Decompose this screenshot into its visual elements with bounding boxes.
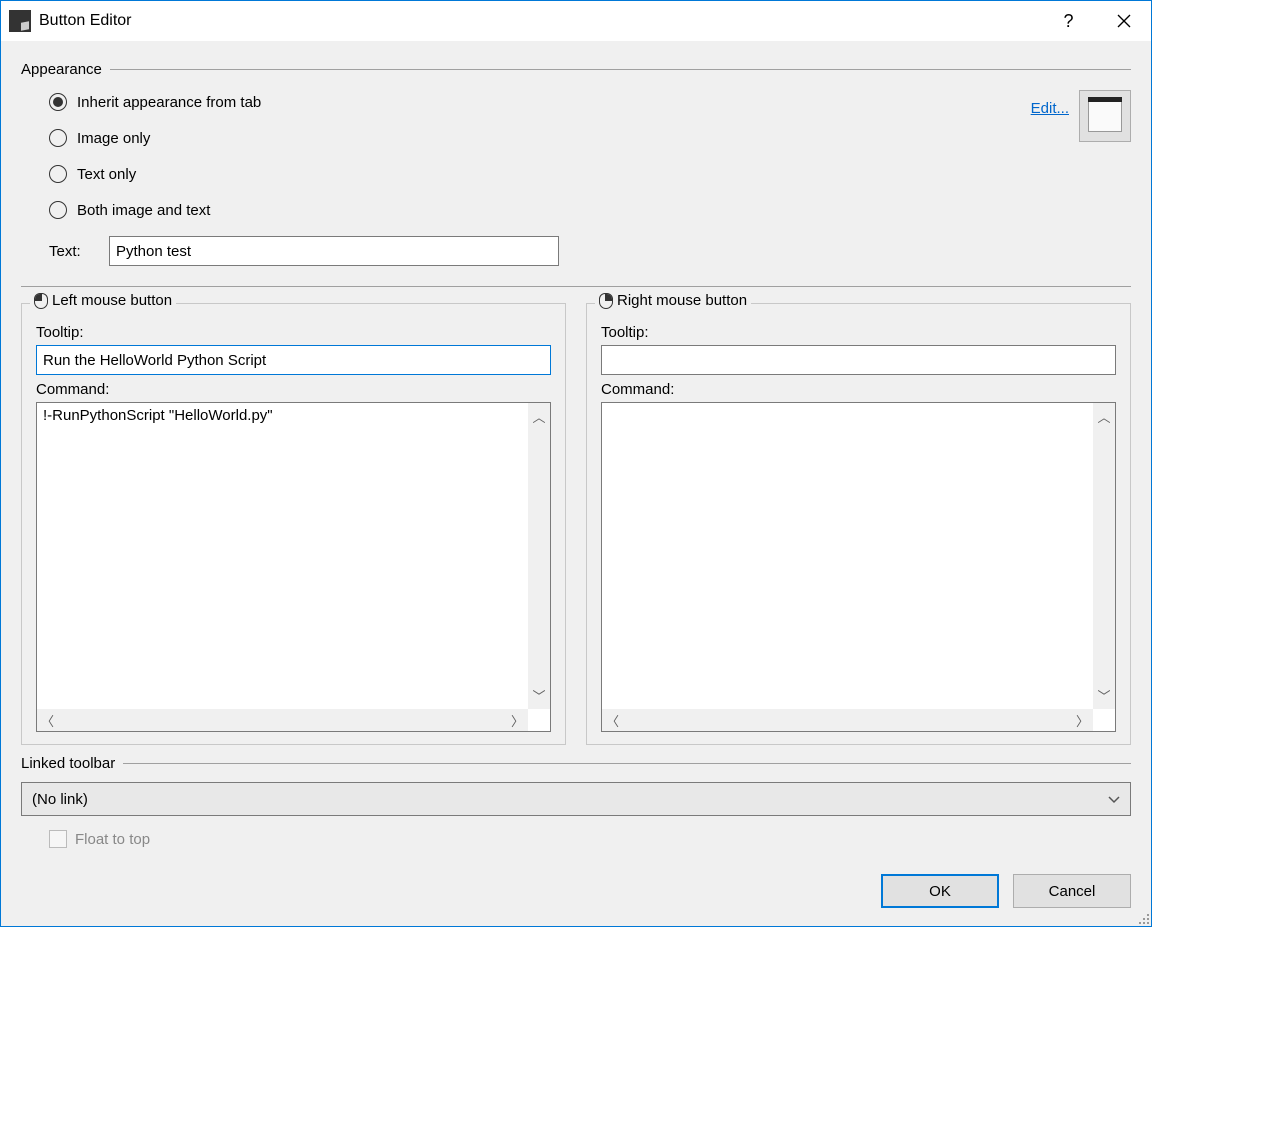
left-command-area: ︿ ﹀ 〈 〉 <box>36 402 551 732</box>
window-title: Button Editor <box>39 12 1041 30</box>
left-mouse-title: Left mouse button <box>30 292 176 309</box>
command-label: Command: <box>601 381 1116 398</box>
edit-image-link[interactable]: Edit... <box>1031 84 1069 117</box>
radio-icon <box>49 93 67 111</box>
cancel-button[interactable]: Cancel <box>1013 874 1131 908</box>
divider <box>21 286 1131 287</box>
radio-icon <box>49 165 67 183</box>
linked-toolbar-select[interactable]: (No link) <box>21 782 1131 816</box>
divider <box>123 763 1131 764</box>
appearance-label: Appearance <box>21 61 110 78</box>
dialog-window: Button Editor ? Appearance Inherit appea… <box>0 0 1152 927</box>
right-command-input[interactable] <box>602 403 1115 709</box>
radio-label: Text only <box>77 166 136 183</box>
divider <box>110 69 1131 70</box>
radio-label: Inherit appearance from tab <box>77 94 261 111</box>
client-area: Appearance Inherit appearance from tab I… <box>1 41 1151 926</box>
tooltip-label: Tooltip: <box>601 324 1116 341</box>
preview-icon <box>1088 102 1122 132</box>
scroll-right-icon: 〉 <box>511 711 524 730</box>
linked-header: Linked toolbar <box>21 755 1131 772</box>
left-mouse-panel: Left mouse button Tooltip: Command: ︿ ﹀ … <box>21 303 566 745</box>
left-tooltip-input[interactable] <box>36 345 551 375</box>
select-value: (No link) <box>32 791 88 808</box>
radio-label: Image only <box>77 130 150 147</box>
appearance-options: Inherit appearance from tab Image only T… <box>21 84 1031 228</box>
text-field-label: Text: <box>49 243 109 260</box>
radio-icon <box>49 129 67 147</box>
horizontal-scrollbar[interactable]: 〈 〉 <box>602 709 1093 731</box>
scroll-down-icon: ﹀ <box>1097 686 1110 705</box>
scroll-down-icon: ﹀ <box>532 686 545 705</box>
radio-label: Both image and text <box>77 202 210 219</box>
scroll-up-icon: ︿ <box>532 407 545 426</box>
horizontal-scrollbar[interactable]: 〈 〉 <box>37 709 528 731</box>
appearance-header: Appearance <box>21 61 1131 78</box>
checkbox-icon <box>49 830 67 848</box>
checkbox-label: Float to top <box>75 831 150 848</box>
right-command-area: ︿ ﹀ 〈 〉 <box>601 402 1116 732</box>
scroll-right-icon: 〉 <box>1076 711 1089 730</box>
right-mouse-title: Right mouse button <box>595 292 751 309</box>
command-label: Command: <box>36 381 551 398</box>
app-icon <box>9 10 31 32</box>
button-text-input[interactable] <box>109 236 559 266</box>
help-button[interactable]: ? <box>1041 1 1096 41</box>
close-button[interactable] <box>1096 1 1151 41</box>
ok-button[interactable]: OK <box>881 874 999 908</box>
radio-icon <box>49 201 67 219</box>
radio-text-only[interactable]: Text only <box>49 156 1031 192</box>
scroll-left-icon: 〈 <box>41 711 54 730</box>
close-icon <box>1117 14 1131 28</box>
radio-both[interactable]: Both image and text <box>49 192 1031 228</box>
float-to-top-checkbox: Float to top <box>49 830 1131 848</box>
right-mouse-panel: Right mouse button Tooltip: Command: ︿ ﹀… <box>586 303 1131 745</box>
scroll-left-icon: 〈 <box>606 711 619 730</box>
mouse-left-icon <box>34 293 48 309</box>
resize-grip[interactable] <box>1135 910 1149 924</box>
scroll-up-icon: ︿ <box>1097 407 1110 426</box>
left-command-input[interactable] <box>37 403 550 709</box>
radio-inherit[interactable]: Inherit appearance from tab <box>49 84 1031 120</box>
tooltip-label: Tooltip: <box>36 324 551 341</box>
vertical-scrollbar[interactable]: ︿ ﹀ <box>528 403 550 709</box>
titlebar: Button Editor ? <box>1 1 1151 41</box>
linked-label: Linked toolbar <box>21 755 123 772</box>
mouse-right-icon <box>599 293 613 309</box>
vertical-scrollbar[interactable]: ︿ ﹀ <box>1093 403 1115 709</box>
image-preview-button[interactable] <box>1079 90 1131 142</box>
radio-image-only[interactable]: Image only <box>49 120 1031 156</box>
right-tooltip-input[interactable] <box>601 345 1116 375</box>
chevron-down-icon <box>1108 791 1120 808</box>
